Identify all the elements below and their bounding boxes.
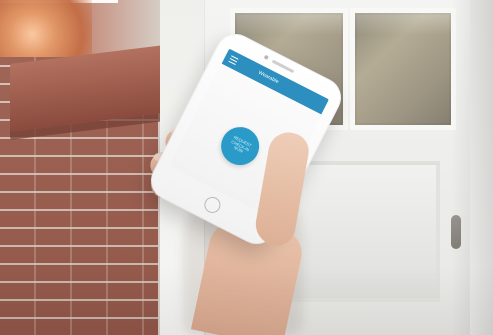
menu-icon[interactable] [228,55,238,65]
request-check-in-button[interactable]: REQUEST CHECK-IN NOW [214,120,266,172]
door-window-right [350,8,456,130]
bottom-vignette [0,265,493,335]
request-check-in-label: REQUEST CHECK-IN NOW [230,134,253,154]
phone-camera [263,54,269,61]
home-button[interactable] [201,194,224,216]
doorway-photo: Wearable REQUEST CHECK-IN NOW [0,0,493,335]
